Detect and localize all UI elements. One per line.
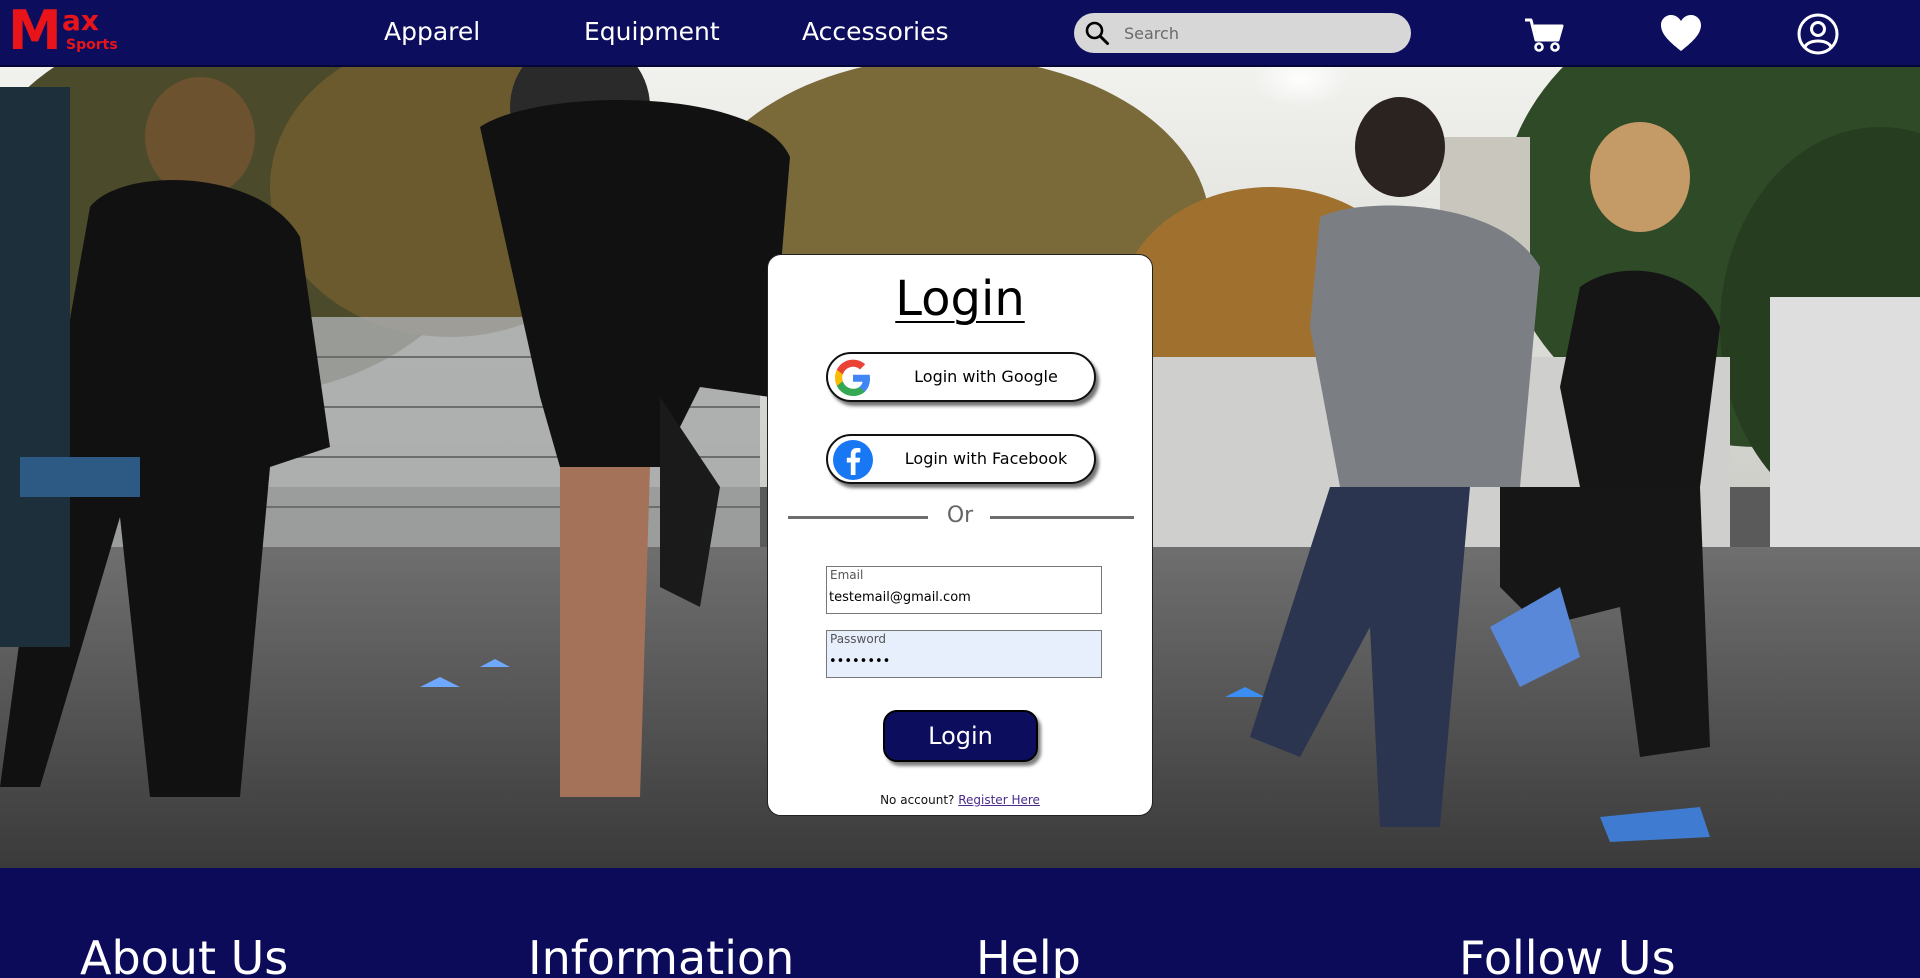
nav-link-equipment[interactable]: Equipment <box>584 14 720 50</box>
google-button-label: Login with Google <box>914 367 1058 386</box>
google-icon <box>835 359 870 396</box>
register-link[interactable]: Register Here <box>958 793 1040 807</box>
register-prompt: No account? Register Here <box>768 793 1152 807</box>
password-input[interactable] <box>829 649 1097 673</box>
logo-letter-m: M <box>8 0 62 62</box>
login-submit-button[interactable]: Login <box>883 710 1038 762</box>
email-field[interactable]: Email <box>826 566 1102 614</box>
email-label: Email <box>830 568 864 582</box>
footer-heading-about-us: About Us <box>80 931 289 978</box>
footer-heading-information: Information <box>528 931 795 978</box>
search-icon[interactable] <box>1084 20 1110 46</box>
logo-letters-ax: ax <box>62 4 99 37</box>
login-with-facebook-button[interactable]: Login with Facebook <box>826 434 1096 484</box>
cart-icon[interactable] <box>1522 12 1566 56</box>
footer: About Us Information Help Follow Us <box>0 868 1920 978</box>
facebook-icon <box>833 440 873 480</box>
nav-link-accessories[interactable]: Accessories <box>802 14 949 50</box>
login-title: Login <box>895 271 1025 327</box>
nav-link-apparel[interactable]: Apparel <box>384 14 480 50</box>
facebook-button-label: Login with Facebook <box>904 449 1068 468</box>
user-account-icon[interactable] <box>1796 12 1840 56</box>
footer-heading-help: Help <box>976 931 1081 978</box>
logo-sports-text: Sports <box>66 37 118 53</box>
footer-heading-follow-us: Follow Us <box>1459 931 1676 978</box>
email-input[interactable] <box>829 585 1097 609</box>
heart-icon[interactable] <box>1659 12 1703 56</box>
search-input[interactable] <box>1122 18 1402 48</box>
password-field[interactable]: Password <box>826 630 1102 678</box>
hero-background-photo: Login Login with Google Login with Faceb… <box>0 67 1920 868</box>
password-label: Password <box>830 632 887 646</box>
login-with-google-button[interactable]: Login with Google <box>826 352 1096 402</box>
login-card: Login Login with Google Login with Faceb… <box>767 254 1153 816</box>
search-bar <box>1074 13 1411 53</box>
no-account-text: No account? <box>880 793 955 807</box>
top-navbar: M ax Sports Apparel Equipment Accessorie… <box>0 0 1920 67</box>
or-divider-right <box>990 516 1134 519</box>
max-sports-logo[interactable]: M ax Sports <box>8 0 128 62</box>
